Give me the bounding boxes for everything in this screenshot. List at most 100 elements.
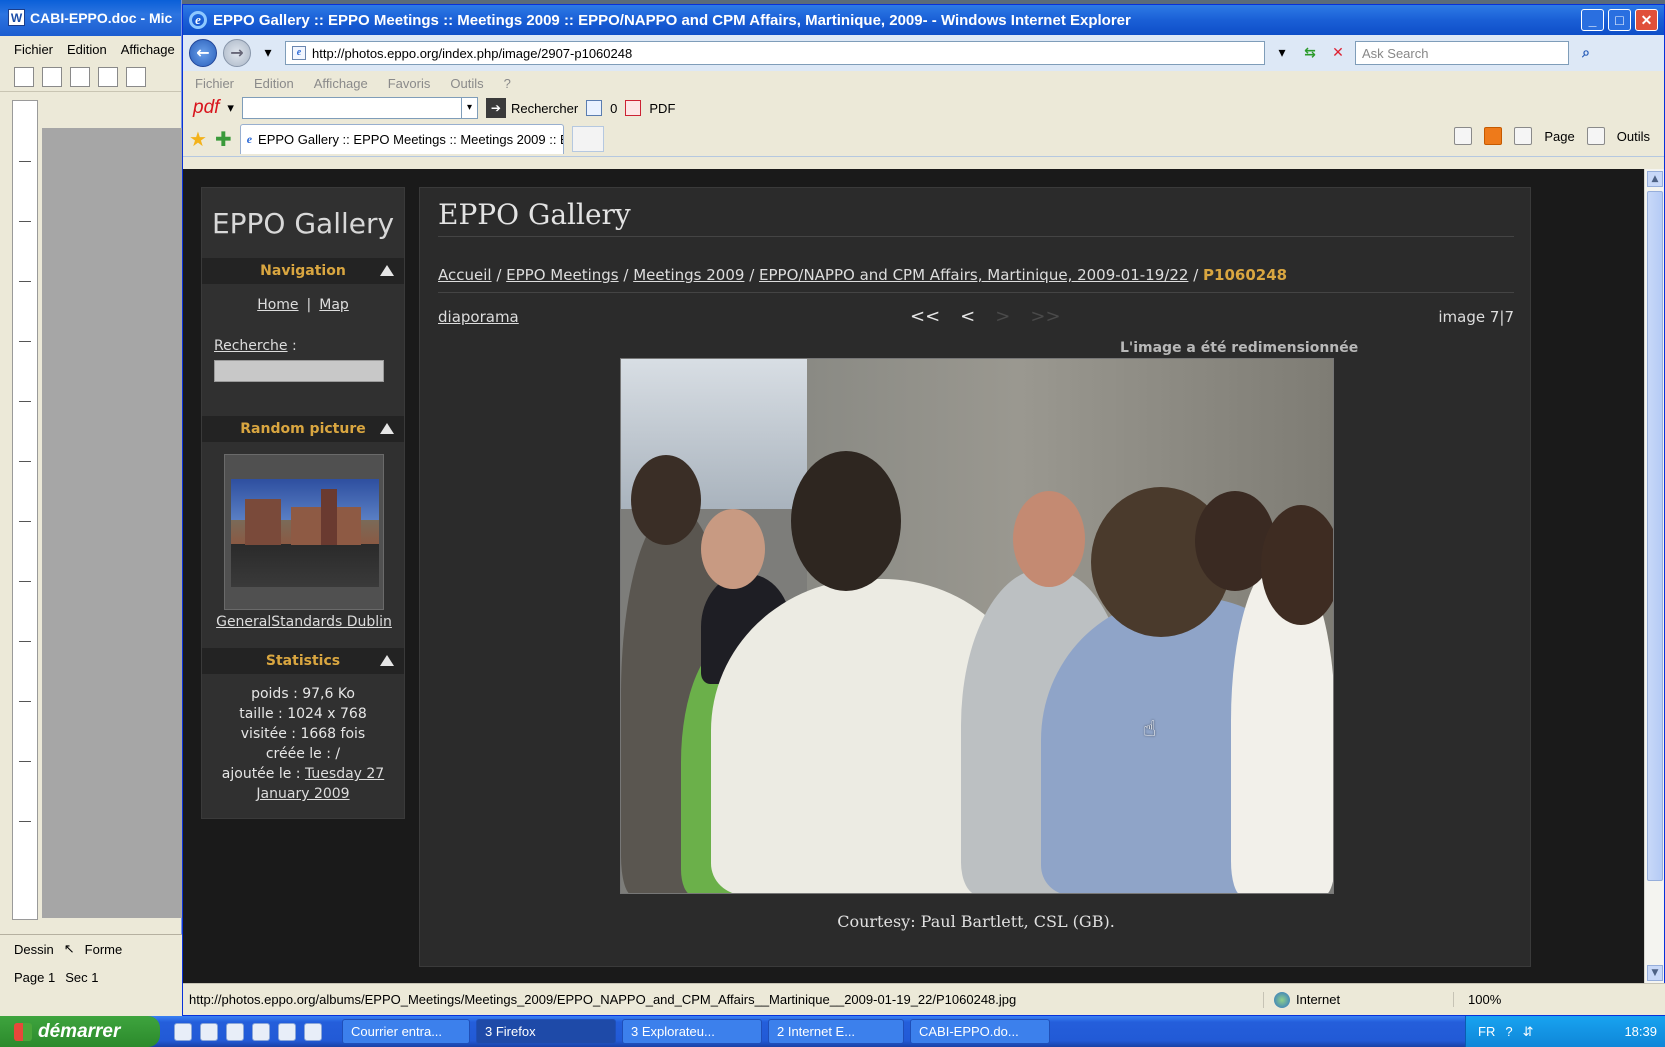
tab-eppo-gallery[interactable]: e EPPO Gallery :: EPPO Meetings :: Meeti… [239,123,564,154]
word-document-area[interactable] [42,128,182,918]
address-bar[interactable]: e http://photos.eppo.org/index.php/image… [285,41,1265,65]
vertical-scrollbar[interactable]: ▲ ▼ [1644,169,1664,983]
recherche-link[interactable]: Recherche [214,338,288,354]
task-courrier[interactable]: Courrier entra... [342,1019,470,1044]
random-picture-header[interactable]: Random picture [202,416,404,442]
image-navigation: << < > >> [910,306,1061,327]
start-button[interactable]: démarrer [0,1016,160,1047]
ie-titlebar[interactable]: e EPPO Gallery :: EPPO Meetings :: Meeti… [183,5,1664,35]
tools-menu[interactable]: Outils [1617,129,1650,144]
diaporama-link[interactable]: diaporama [438,308,519,326]
pdf-search-input[interactable]: ▾ [241,97,478,119]
pdf-icon[interactable] [625,100,642,116]
sidebar-gallery-title: EPPO Gallery [211,206,395,240]
rechercher-button[interactable]: ➔ Rechercher [485,98,578,118]
random-picture-thumbnail[interactable] [224,454,384,610]
new-doc-icon[interactable] [14,66,34,87]
task-word-doc[interactable]: CABI-EPPO.do... [910,1019,1050,1044]
random-picture-caption[interactable]: GeneralStandards Dublin [216,614,392,630]
task-explorer[interactable]: 3 Explorateu... [622,1019,762,1044]
quicklaunch-folder-icon[interactable] [200,1022,218,1041]
dessin-menu[interactable]: Dessin [14,942,54,957]
menu-help[interactable]: ? [504,76,511,91]
quicklaunch-word-icon[interactable] [278,1022,296,1041]
print-icon[interactable] [1514,127,1533,145]
map-link[interactable]: Map [319,297,349,313]
stat-visitee: visitée : 1668 fois [240,726,366,742]
quicklaunch-firefox-icon[interactable] [304,1022,322,1041]
breadcrumb-meetings-2009[interactable]: Meetings 2009 [633,266,744,284]
forward-button[interactable]: → [223,39,251,67]
pdf-search-dropdown-icon[interactable]: ▾ [460,98,477,118]
home-icon[interactable] [1454,127,1473,145]
pdf-logo-dropdown-icon[interactable]: ▾ [227,100,234,116]
language-indicator[interactable]: FR [1478,1024,1495,1039]
navigation-header[interactable]: Navigation [202,258,404,284]
network-icon[interactable]: ⇵ [1523,1024,1534,1040]
quicklaunch-excel-icon[interactable] [252,1022,270,1041]
print-icon[interactable] [98,66,118,87]
gear-icon[interactable] [1586,127,1605,145]
history-dropdown-icon[interactable]: ▾ [257,42,279,64]
menu-affichage[interactable]: Affichage [314,76,368,91]
breadcrumb-album[interactable]: EPPO/NAPPO and CPM Affairs, Martinique, … [759,266,1188,284]
search-input[interactable]: Ask Search [1355,41,1569,65]
add-favorite-icon[interactable]: ✚ [215,127,232,151]
collapse-triangle-icon[interactable] [380,423,394,434]
quicklaunch-outlook-icon[interactable] [226,1022,244,1041]
breadcrumb-eppo-meetings[interactable]: EPPO Meetings [506,266,618,284]
search-icon[interactable]: ⌕ [1575,42,1597,64]
tab-row: ★ ✚ e EPPO Gallery :: EPPO Meetings :: M… [183,121,1664,157]
pdf-logo[interactable]: pdf [193,97,219,119]
scroll-down-icon[interactable]: ▼ [1647,965,1663,981]
stat-ajoutee-label: ajoutée le : [221,766,301,782]
pages-icon[interactable] [586,100,603,116]
print-preview-icon[interactable] [126,66,146,87]
stop-icon[interactable]: ✕ [1327,42,1349,64]
zoom-level[interactable]: 100% [1453,992,1563,1007]
quicklaunch-ie-icon[interactable] [174,1022,192,1041]
open-folder-icon[interactable] [42,66,62,87]
word-menu-affichage[interactable]: Affichage [121,42,175,57]
breadcrumb-accueil[interactable]: Accueil [438,266,492,284]
address-dropdown-icon[interactable]: ▾ [1271,42,1293,64]
favorites-star-icon[interactable]: ★ [189,127,207,151]
first-image-button[interactable]: << [910,306,940,327]
main-photo[interactable] [620,358,1334,894]
task-internet-explorer[interactable]: 2 Internet E... [768,1019,904,1044]
address-row: ← → ▾ e http://photos.eppo.org/index.php… [183,35,1664,71]
word-titlebar[interactable]: W CABI-EPPO.doc - Mic [0,0,181,36]
minimize-button[interactable]: _ [1581,9,1604,31]
word-menu-fichier[interactable]: Fichier [14,42,53,57]
forme-menu[interactable]: Forme [85,942,123,957]
back-button[interactable]: ← [189,39,217,67]
prev-image-button[interactable]: < [960,306,975,327]
scroll-up-icon[interactable]: ▲ [1647,171,1663,187]
statistics-header[interactable]: Statistics [202,648,404,674]
task-firefox[interactable]: 3 Firefox [476,1019,616,1044]
menu-edition[interactable]: Edition [254,76,294,91]
menu-fichier[interactable]: Fichier [195,76,234,91]
clock[interactable]: 18:39 [1624,1024,1665,1039]
collapse-triangle-icon[interactable] [380,655,394,666]
word-menu-edition[interactable]: Edition [67,42,107,57]
page-menu[interactable]: Page [1544,129,1574,144]
menu-favoris[interactable]: Favoris [388,76,431,91]
menu-outils[interactable]: Outils [450,76,483,91]
refresh-icon[interactable]: ⇆ [1299,42,1321,64]
pdf-label[interactable]: PDF [649,101,675,116]
word-window: W CABI-EPPO.doc - Mic Fichier Edition Af… [0,0,182,1018]
gallery-search-input[interactable] [214,360,384,382]
security-zone[interactable]: Internet [1263,991,1453,1008]
select-arrow-icon[interactable]: ↖ [64,941,75,957]
system-tray: FR ? ⇵ 18:39 [1465,1016,1665,1047]
scroll-thumb[interactable] [1647,191,1663,881]
new-tab-button[interactable] [571,125,604,152]
help-icon[interactable]: ? [1505,1024,1512,1039]
save-icon[interactable] [70,66,90,87]
feeds-icon[interactable] [1484,127,1503,145]
maximize-button[interactable]: □ [1608,9,1631,31]
home-link[interactable]: Home [257,297,298,313]
close-button[interactable]: ✕ [1635,9,1658,31]
collapse-triangle-icon[interactable] [380,265,394,276]
